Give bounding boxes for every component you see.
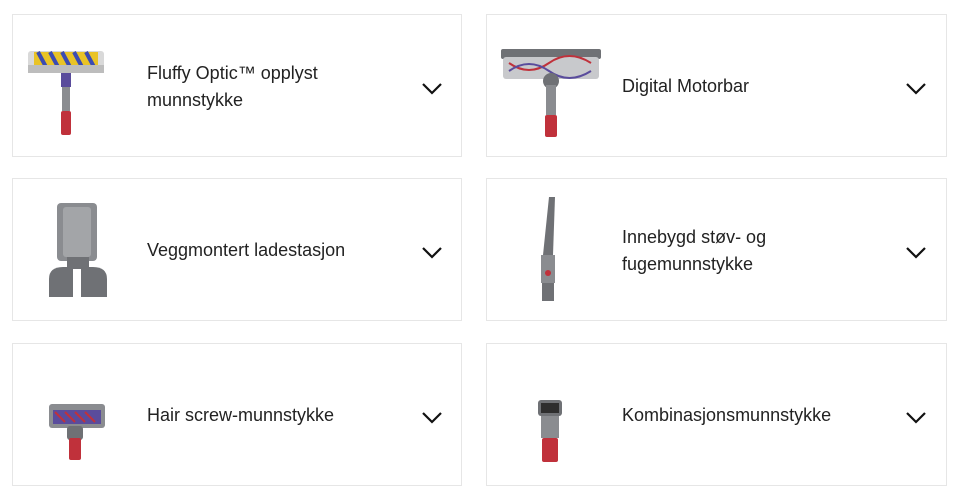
- accessory-label: Innebygd støv- og fugemunnstykke: [622, 227, 767, 274]
- accessory-card-hair-screw[interactable]: Hair screw-munnstykke: [12, 343, 462, 486]
- accessory-card-crevice-tool[interactable]: Innebygd støv- og fugemunnstykke: [486, 178, 947, 321]
- accessory-label: Kombinasjonsmunnstykke: [622, 405, 832, 425]
- accessory-label: Veggmontert ladestasjon: [147, 240, 346, 260]
- crevice-tool-icon: [527, 195, 567, 305]
- accessory-label: Fluffy Optic™ opplyst munnstykke: [147, 63, 318, 110]
- accessory-label: Hair screw-munnstykke: [147, 405, 335, 425]
- chevron-down-icon[interactable]: [421, 246, 443, 260]
- accessory-card-combination-tool[interactable]: Kombinasjonsmunnstykke: [486, 343, 947, 486]
- chevron-down-icon[interactable]: [905, 411, 927, 425]
- accessory-card-fluffy-optic[interactable]: Fluffy Optic™ opplyst munnstykke: [12, 14, 462, 157]
- accessory-card-digital-motorbar[interactable]: Digital Motorbar: [486, 14, 947, 157]
- chevron-down-icon[interactable]: [905, 246, 927, 260]
- chevron-down-icon[interactable]: [421, 82, 443, 96]
- chevron-down-icon[interactable]: [905, 82, 927, 96]
- wall-dock-icon: [43, 201, 113, 301]
- hair-screw-tool-icon: [47, 402, 107, 464]
- accessory-card-wall-dock[interactable]: Veggmontert ladestasjon: [12, 178, 462, 321]
- digital-motorbar-head-icon: [499, 41, 603, 141]
- accessory-label: Digital Motorbar: [622, 76, 750, 96]
- fluffy-optic-cleaner-head-icon: [26, 41, 106, 141]
- combination-tool-icon: [535, 398, 565, 464]
- chevron-down-icon[interactable]: [421, 411, 443, 425]
